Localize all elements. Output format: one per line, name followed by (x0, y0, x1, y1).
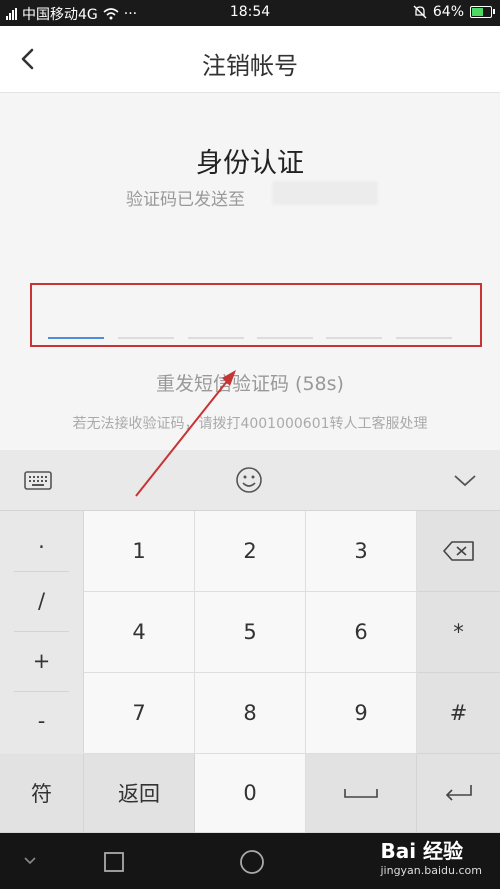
space-icon (344, 789, 378, 798)
key-dot[interactable]: . (14, 511, 69, 572)
key-plus[interactable]: + (14, 631, 69, 692)
space-key[interactable] (306, 754, 417, 833)
key-6[interactable]: 6 (306, 592, 417, 673)
status-right: 64% (413, 4, 495, 20)
numeric-keyboard: . / + - 1 2 3 4 5 6 * 7 8 9 # 符 返回 0 (0, 511, 500, 833)
backspace-key[interactable] (417, 511, 500, 592)
system-nav-bar: Bai 经验 jingyan.baidu.com (0, 833, 500, 889)
watermark-brand: Bai 经验 (380, 839, 464, 863)
key-0[interactable]: 0 (195, 754, 306, 833)
key-3[interactable]: 3 (306, 511, 417, 592)
chevron-down-small-icon[interactable] (22, 855, 38, 867)
code-digit-1[interactable] (48, 337, 104, 339)
chevron-down-icon[interactable] (449, 464, 481, 496)
key-minus[interactable]: - (14, 691, 69, 751)
key-asterisk[interactable]: * (417, 592, 500, 673)
key-return[interactable]: 返回 (84, 754, 195, 833)
baidu-watermark: Bai 经验 jingyan.baidu.com (380, 835, 482, 877)
masked-phone-number (272, 181, 378, 205)
key-hash[interactable]: # (417, 673, 500, 754)
code-sent-label: 验证码已发送至 (126, 190, 245, 210)
code-digit-2[interactable] (118, 337, 174, 339)
battery-percent: 64% (432, 4, 464, 20)
code-digit-6[interactable] (396, 337, 452, 339)
resend-code-link[interactable]: 重发短信验证码 (58s) (0, 369, 500, 396)
enter-icon (445, 785, 472, 801)
support-hint: 若无法接收验证码，请拨打4001000601转人工客服处理 (72, 416, 428, 432)
backspace-icon (442, 541, 474, 561)
key-2[interactable]: 2 (195, 511, 306, 592)
verify-panel: 身份认证 验证码已发送至 重发短信验证码 (58s) 若无法接收验证码，请拨打4… (0, 93, 500, 450)
key-9[interactable]: 9 (306, 673, 417, 754)
code-digit-4[interactable] (257, 337, 313, 339)
key-5[interactable]: 5 (195, 592, 306, 673)
emoji-icon[interactable] (233, 464, 265, 496)
code-digit-5[interactable] (326, 337, 382, 339)
keyboard-toolbar (0, 450, 500, 511)
bell-muted-icon (413, 5, 427, 19)
home-icon[interactable] (239, 849, 265, 875)
symbol-column: . / + - (0, 511, 84, 753)
recent-apps-icon[interactable] (103, 851, 125, 873)
code-digit-3[interactable] (188, 337, 244, 339)
key-4[interactable]: 4 (84, 592, 195, 673)
enter-key[interactable] (417, 754, 500, 833)
status-bar: 中国移动4G ··· 18:54 64% (0, 0, 500, 26)
key-7[interactable]: 7 (84, 673, 195, 754)
keyboard-icon[interactable] (22, 464, 54, 496)
key-1[interactable]: 1 (84, 511, 195, 592)
app-header: 注销帐号 (0, 26, 500, 93)
key-symbols[interactable]: 符 (0, 754, 84, 833)
watermark-url: jingyan.baidu.com (380, 864, 482, 877)
page-title: 注销帐号 (202, 52, 298, 80)
key-slash[interactable]: / (14, 571, 69, 632)
battery-icon (470, 6, 495, 18)
key-8[interactable]: 8 (195, 673, 306, 754)
verify-heading: 身份认证 (196, 148, 304, 179)
